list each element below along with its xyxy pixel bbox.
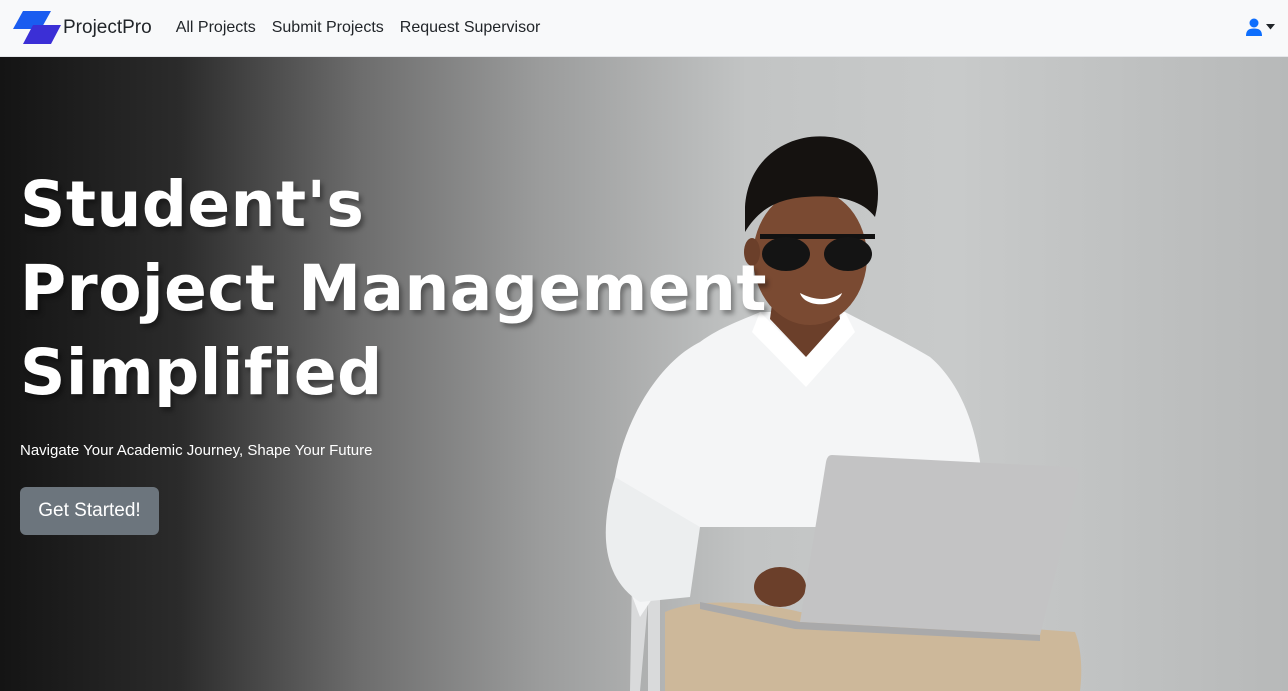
user-icon — [1246, 18, 1262, 36]
parallelogram-logo-icon — [13, 11, 61, 44]
brand-link[interactable]: ProjectPro — [13, 11, 152, 45]
user-menu-dropdown[interactable] — [1246, 18, 1275, 36]
caret-down-icon — [1266, 24, 1275, 30]
hero-title-line-1: Student's — [20, 168, 365, 241]
nav-link-all-projects[interactable]: All Projects — [168, 19, 264, 37]
nav-link-request-supervisor[interactable]: Request Supervisor — [392, 19, 549, 37]
hero-title-line-3: Simplified — [20, 336, 383, 409]
get-started-button[interactable]: Get Started! — [20, 487, 159, 535]
brand-name: ProjectPro — [63, 17, 152, 38]
top-navbar: ProjectPro All Projects Submit Projects … — [0, 0, 1288, 57]
hero-section: Student's Project Management Simplified … — [0, 57, 1288, 691]
nav-link-submit-projects[interactable]: Submit Projects — [264, 19, 392, 37]
hero-title-line-2: Project Management — [20, 252, 767, 325]
hero-subtitle: Navigate Your Academic Journey, Shape Yo… — [20, 442, 373, 459]
hero-title: Student's Project Management Simplified — [20, 163, 780, 415]
nav-links: All Projects Submit Projects Request Sup… — [168, 19, 549, 37]
